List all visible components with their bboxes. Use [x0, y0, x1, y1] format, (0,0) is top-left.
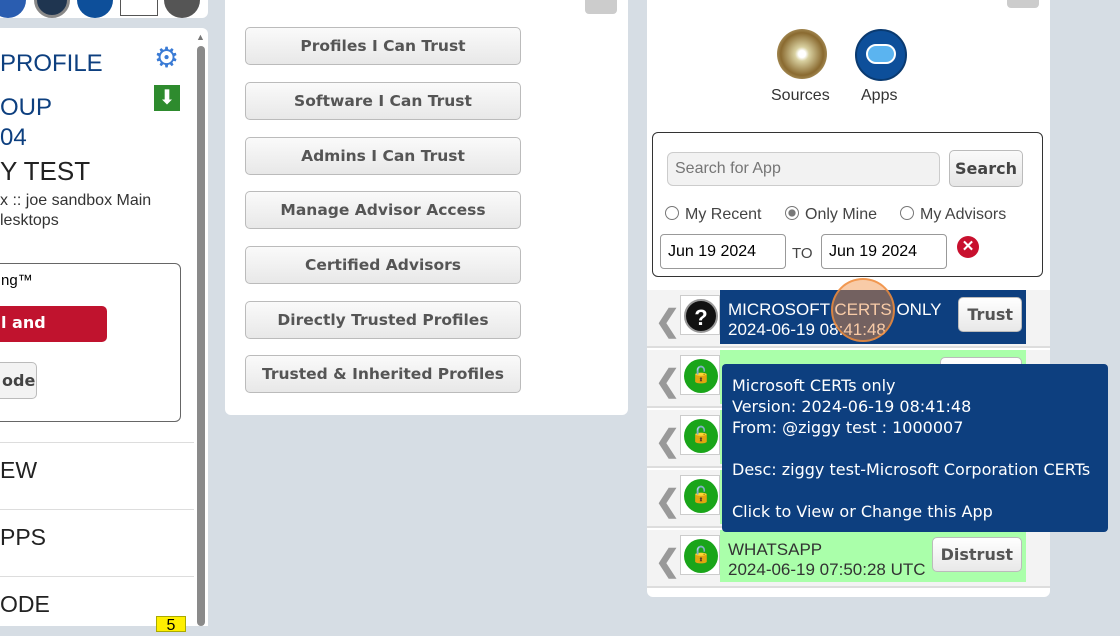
profiles-i-can-trust-button[interactable]: Profiles I Can Trust	[245, 27, 521, 65]
menu-item[interactable]: PPS	[0, 509, 194, 576]
avatar[interactable]	[164, 0, 200, 18]
distrust-button[interactable]: Distrust	[931, 537, 1022, 572]
count-badge: 5	[156, 616, 186, 634]
app-entry[interactable]: WHATSAPP 2024-06-19 07:50:28 UTC Distrus…	[720, 530, 1026, 582]
status-icon: 🔓	[680, 415, 720, 455]
menu-label: EW	[0, 457, 38, 483]
status-icon: 🔓	[680, 355, 720, 395]
gear-icon[interactable]: ⚙	[154, 41, 179, 74]
profile-title: PROFILE	[0, 50, 103, 77]
radio-only-mine[interactable]: Only Mine	[785, 206, 877, 224]
apps-icon[interactable]	[855, 29, 907, 81]
close-button[interactable]	[585, 0, 617, 14]
nav-icon[interactable]	[0, 0, 26, 18]
admins-i-can-trust-button[interactable]: Admins I Can Trust	[245, 137, 521, 175]
profile-name: Y TEST	[0, 156, 91, 186]
menu-panel: Profiles I Can Trust Software I Can Trus…	[225, 0, 628, 415]
app-tooltip: Microsoft CERTs only Version: 2024-06-19…	[722, 364, 1108, 532]
chevron-left-icon[interactable]: ❮	[655, 364, 680, 399]
top-icon-strip	[0, 0, 208, 18]
trust-button[interactable]: Trust	[958, 297, 1022, 332]
clear-date-icon[interactable]: ✕	[957, 236, 979, 258]
scroll-up-icon[interactable]: ▲	[196, 32, 205, 42]
apps-label[interactable]: Apps	[861, 87, 897, 105]
tooltip-from: From: @ziggy test : 1000007	[732, 418, 964, 437]
chevron-left-icon[interactable]: ❮	[655, 544, 680, 579]
chevron-left-icon[interactable]: ❮	[655, 304, 680, 339]
tooltip-hint: Click to View or Change this App	[732, 502, 993, 521]
download-icon[interactable]: ⬇	[154, 85, 180, 111]
radio-label: My Advisors	[920, 206, 1007, 223]
radio-my-advisors[interactable]: My Advisors	[900, 206, 1006, 224]
radio-label: Only Mine	[805, 206, 878, 223]
search-input[interactable]	[667, 152, 940, 186]
nav-icon[interactable]	[77, 0, 113, 18]
search-button[interactable]: Search	[949, 150, 1023, 187]
radio-my-recent[interactable]: My Recent	[665, 206, 761, 224]
sources-label[interactable]: Sources	[771, 87, 830, 105]
scrollbar[interactable]: ▲	[196, 32, 206, 626]
click-indicator	[831, 278, 895, 342]
profile-path: x :: joe sandbox Main	[0, 192, 152, 209]
nav-icon[interactable]	[34, 0, 70, 18]
chevron-left-icon[interactable]: ❮	[655, 484, 680, 519]
to-label: TO	[792, 245, 813, 262]
box-title: ng™	[1, 272, 33, 289]
directly-trusted-profiles-button[interactable]: Directly Trusted Profiles	[245, 301, 521, 339]
code-button[interactable]: ode	[0, 362, 37, 399]
chevron-left-icon[interactable]: ❮	[655, 424, 680, 459]
unlock-icon: 🔓	[684, 479, 718, 513]
status-icon: 🔓	[680, 535, 720, 575]
date-from-input[interactable]: Jun 19 2024	[660, 234, 786, 269]
app-row[interactable]: ❮ 🔓 WHATSAPP 2024-06-19 07:50:28 UTC Dis…	[647, 530, 1050, 588]
nav-icon[interactable]	[120, 0, 158, 16]
radio-icon[interactable]	[900, 206, 914, 220]
tooltip-version: Version: 2024-06-19 08:41:48	[732, 397, 972, 416]
profile-path: lesktops	[0, 212, 59, 229]
radio-icon[interactable]	[665, 206, 679, 220]
profile-panel: PROFILE ⚙ ⬇ OUP 04 Y TEST x :: joe sandb…	[0, 28, 208, 634]
manage-advisor-access-button[interactable]: Manage Advisor Access	[245, 191, 521, 229]
group-name: OUP	[0, 94, 53, 121]
status-icon: ?	[680, 295, 720, 335]
install-button[interactable]: l and Install	[0, 306, 107, 366]
install-box: ng™ l and Install ode	[0, 263, 181, 422]
status-icon: 🔓	[680, 475, 720, 515]
sources-icon[interactable]	[777, 29, 827, 79]
tooltip-desc: Desc: ziggy test-Microsoft Corporation C…	[732, 460, 1091, 479]
panel-button[interactable]	[1007, 0, 1039, 8]
unlock-icon: 🔓	[684, 419, 718, 453]
unlock-icon: 🔓	[684, 539, 718, 573]
scrollbar-thumb[interactable]	[197, 46, 205, 626]
menu-label: PPS	[0, 524, 47, 550]
unlock-icon: 🔓	[684, 359, 718, 393]
date-to-input[interactable]: Jun 19 2024	[821, 234, 947, 269]
radio-label: My Recent	[685, 206, 762, 223]
radio-icon[interactable]	[785, 206, 799, 220]
menu-label: ODE	[0, 591, 50, 617]
question-icon: ?	[684, 299, 718, 333]
trusted-inherited-profiles-button[interactable]: Trusted & Inherited Profiles	[245, 355, 521, 393]
software-i-can-trust-button[interactable]: Software I Can Trust	[245, 82, 521, 120]
group-number: 04	[0, 124, 27, 151]
certified-advisors-button[interactable]: Certified Advisors	[245, 246, 521, 284]
menu-item[interactable]: EW	[0, 442, 194, 509]
tooltip-title: Microsoft CERTs only	[732, 376, 896, 395]
